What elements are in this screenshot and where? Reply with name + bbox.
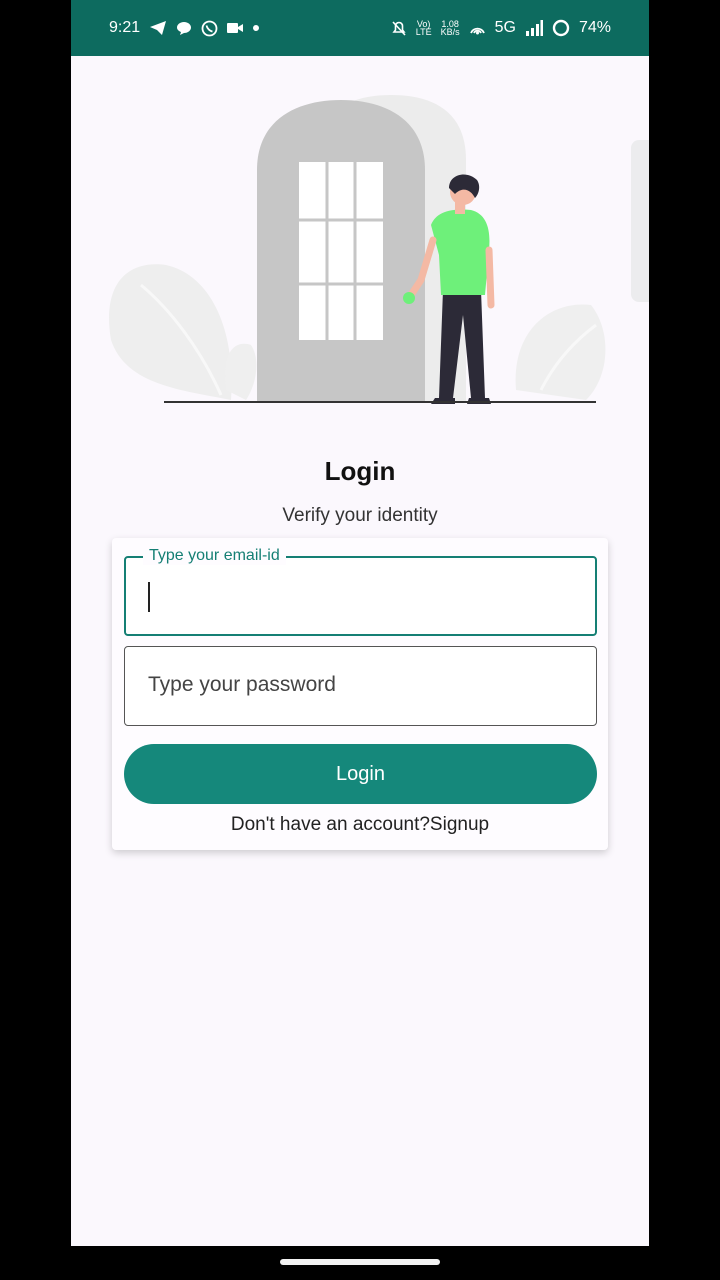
network-type: 5G bbox=[494, 19, 516, 36]
right-leaf bbox=[515, 304, 606, 400]
net-speed-unit: KB/s bbox=[440, 27, 460, 37]
email-field-label: Type your email-id bbox=[143, 547, 286, 565]
battery-icon bbox=[552, 19, 570, 37]
login-illustration bbox=[109, 95, 606, 404]
net-speed: 1.08 KB/s bbox=[440, 20, 460, 37]
battery-percent: 74% bbox=[578, 19, 611, 36]
page-subtitle: Verify your identity bbox=[282, 505, 438, 526]
email-field[interactable]: Type your email-id bbox=[124, 547, 597, 636]
clock: 9:21 bbox=[109, 19, 141, 36]
telegram-icon bbox=[149, 20, 167, 36]
volte-indicator: Vo) LTE bbox=[415, 20, 432, 37]
login-card: Type your email-id Type your password Lo… bbox=[112, 538, 608, 850]
login-button[interactable]: Login bbox=[124, 744, 597, 804]
chat-icon bbox=[176, 20, 192, 36]
signup-link[interactable]: Don't have an account?Signup bbox=[112, 814, 608, 836]
text-cursor bbox=[148, 582, 150, 612]
page-title: Login bbox=[324, 456, 396, 486]
password-placeholder: Type your password bbox=[148, 673, 336, 696]
password-field[interactable]: Type your password bbox=[124, 646, 597, 726]
status-bar-left: 9:21 bbox=[109, 19, 260, 37]
window bbox=[299, 162, 383, 340]
volte-bottom-label: LTE bbox=[415, 27, 432, 37]
home-indicator[interactable] bbox=[280, 1259, 440, 1265]
app-screen: 9:21 Vo) LTE 1.08 KB/s 5G 74% Login Veri… bbox=[71, 0, 649, 1246]
status-bar-right: Vo) LTE 1.08 KB/s 5G 74% bbox=[391, 19, 611, 37]
video-icon bbox=[227, 22, 244, 34]
status-bar: 9:21 Vo) LTE 1.08 KB/s 5G 74% bbox=[71, 0, 649, 56]
dot-icon bbox=[252, 24, 260, 32]
signal-icon bbox=[525, 20, 543, 36]
hotspot-icon bbox=[469, 21, 486, 36]
left-leaf bbox=[109, 264, 257, 400]
mute-icon bbox=[391, 20, 407, 36]
whatsapp-icon bbox=[201, 20, 218, 37]
